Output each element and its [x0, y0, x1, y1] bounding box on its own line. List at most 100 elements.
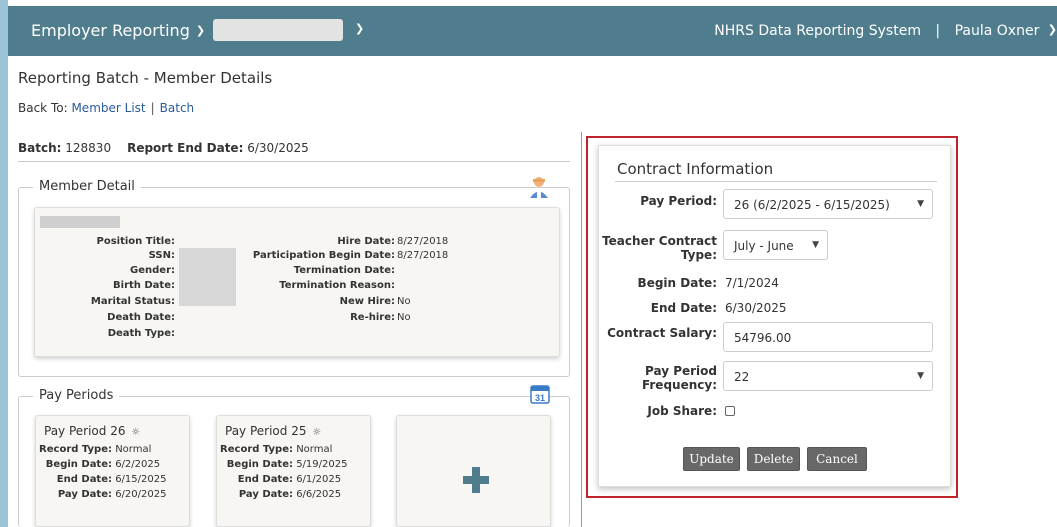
teacher-contract-label-line1: Teacher Contract [602, 234, 717, 248]
death-date-label: Death Date: [107, 312, 175, 323]
member-detail-card: Position Title: SSN: Gender: Birth Date:… [34, 207, 560, 357]
chevron-down-icon: ▼ [917, 199, 924, 209]
re-hire-label: Re-hire: [350, 312, 395, 323]
breadcrumb: Back To: Member List | Batch [18, 101, 194, 115]
batch-link[interactable]: Batch [160, 101, 195, 115]
new-hire-value: No [397, 296, 411, 307]
top-nav-bar: Employer Reporting ❯ ❯ NHRS Data Reportin… [8, 6, 1057, 56]
teacher-contract-label-line2: Type: [680, 248, 717, 262]
batch-number: 128830 [65, 141, 112, 155]
divider [615, 181, 937, 182]
report-end-date-label: Report End Date: [127, 141, 244, 155]
end-date-label: End Date: [237, 474, 293, 485]
pay-period-title-text: Pay Period 26 [44, 424, 126, 438]
record-type-row: Record Type: Normal [38, 444, 151, 455]
hire-date-label: Hire Date: [337, 236, 395, 247]
system-name: NHRS Data Reporting System [714, 23, 921, 39]
frequency-label-line1: Pay Period [645, 364, 717, 378]
chevron-down-icon: ❯ [195, 24, 206, 37]
pay-period-frequency-label: Pay Period Frequency: [599, 364, 717, 392]
record-type-value: Normal [296, 444, 333, 455]
gender-label: Gender: [130, 265, 175, 276]
teacher-contract-type-value: July - June [734, 239, 794, 253]
teacher-contract-type-select[interactable]: July - June ▼ [723, 230, 828, 260]
employer-select-redacted[interactable] [213, 19, 343, 41]
breadcrumb-separator: | [150, 101, 155, 115]
cancel-button[interactable]: Cancel [807, 447, 867, 471]
record-type-value: Normal [115, 444, 152, 455]
app-window: Employer Reporting ❯ ❯ NHRS Data Reportin… [8, 0, 1057, 527]
user-name: Paula Oxner [954, 23, 1040, 39]
end-date-value: 6/30/2025 [725, 301, 787, 315]
termination-reason-label: Termination Reason: [279, 280, 395, 291]
pay-period-select[interactable]: 26 (6/2/2025 - 6/15/2025) ▼ [723, 189, 933, 219]
begin-date-value: 7/1/2024 [725, 276, 779, 290]
pay-period-card[interactable]: Pay Period 26 ☼ Record Type: Normal Begi… [35, 415, 190, 527]
employer-reporting-label: Employer Reporting [31, 21, 190, 40]
pay-date-value: 6/6/2025 [296, 489, 342, 500]
pay-date-label: Pay Date: [238, 489, 293, 500]
member-name-redacted [40, 216, 120, 228]
delete-button[interactable]: Delete [747, 447, 800, 471]
page-title: Reporting Batch - Member Details [18, 69, 273, 87]
frequency-label-line2: Frequency: [641, 378, 717, 392]
end-date-value: 6/15/2025 [115, 474, 167, 485]
begin-date-row: Begin Date: 6/2/2025 [38, 459, 160, 470]
record-type-label: Record Type: [220, 444, 293, 455]
chevron-down-icon[interactable]: ❯ [355, 22, 364, 35]
pay-periods-legend: Pay Periods [33, 388, 120, 403]
begin-date-label: Begin Date: [226, 459, 293, 470]
new-hire-label: New Hire: [339, 296, 395, 307]
contract-information-title: Contract Information [617, 160, 774, 178]
member-detail-legend: Member Detail [33, 179, 141, 194]
pay-period-select-value: 26 (6/2/2025 - 6/15/2025) [734, 198, 890, 212]
member-user-icon[interactable] [528, 176, 550, 198]
end-date-row: End Date: 6/15/2025 [38, 474, 167, 485]
job-share-checkbox[interactable] [725, 406, 735, 416]
chevron-down-icon: ❯ [1047, 23, 1057, 36]
record-type-row: Record Type: Normal [219, 444, 332, 455]
report-end-date: 6/30/2025 [247, 141, 309, 155]
death-type-label: Death Type: [107, 328, 175, 339]
employer-reporting-menu[interactable]: Employer Reporting ❯ [31, 21, 205, 40]
vertical-divider [581, 132, 582, 527]
birth-date-label: Birth Date: [113, 280, 175, 291]
participation-begin-date-value: 8/27/2018 [397, 250, 449, 261]
divider [18, 161, 570, 162]
end-date-label: End Date: [56, 474, 112, 485]
pay-date-value: 6/20/2025 [115, 489, 167, 500]
user-menu[interactable]: Paula Oxner ❯ [955, 23, 1057, 39]
teacher-contract-type-label: Teacher Contract Type: [599, 234, 717, 262]
end-date-label: End Date: [650, 301, 717, 315]
batch-info: Batch: 128830 Report End Date: 6/30/2025 [18, 141, 309, 155]
pay-period-card[interactable]: Pay Period 25 ☼ Record Type: Normal Begi… [216, 415, 371, 527]
view-icon[interactable]: ☼ [131, 427, 140, 438]
position-title-label: Position Title: [96, 236, 176, 247]
pay-period-frequency-select[interactable]: 22 ▼ [723, 361, 933, 391]
marital-status-label: Marital Status: [90, 296, 175, 307]
begin-date-label: Begin Date: [45, 459, 112, 470]
back-to-label: Back To: [18, 101, 68, 115]
add-pay-period-card[interactable] [396, 415, 551, 527]
contract-information-panel: Contract Information Pay Period: 26 (6/2… [598, 145, 951, 487]
chevron-down-icon: ▼ [812, 240, 819, 250]
calendar-icon[interactable]: 31 [530, 384, 550, 404]
pay-period-title: Pay Period 25 ☼ [225, 424, 321, 438]
hire-date-value: 8/27/2018 [397, 236, 449, 247]
participation-begin-date-label: Participation Begin Date: [252, 250, 395, 261]
begin-date-value: 5/19/2025 [296, 459, 348, 470]
view-icon[interactable]: ☼ [312, 427, 321, 438]
re-hire-value: No [397, 312, 411, 323]
job-share-label: Job Share: [647, 404, 717, 418]
plus-icon[interactable] [463, 467, 489, 493]
pay-period-label: Pay Period: [640, 194, 717, 208]
user-area: NHRS Data Reporting System | Paula Oxner… [714, 23, 1057, 39]
update-button[interactable]: Update [683, 447, 740, 471]
chevron-down-icon: ▼ [917, 371, 924, 381]
member-list-link[interactable]: Member List [71, 101, 145, 115]
pay-date-row: Pay Date: 6/6/2025 [219, 489, 341, 500]
begin-date-label: Begin Date: [637, 276, 717, 290]
contract-salary-input[interactable]: 54796.00 [723, 322, 933, 352]
svg-text:31: 31 [535, 393, 545, 403]
batch-label: Batch: [18, 141, 62, 155]
